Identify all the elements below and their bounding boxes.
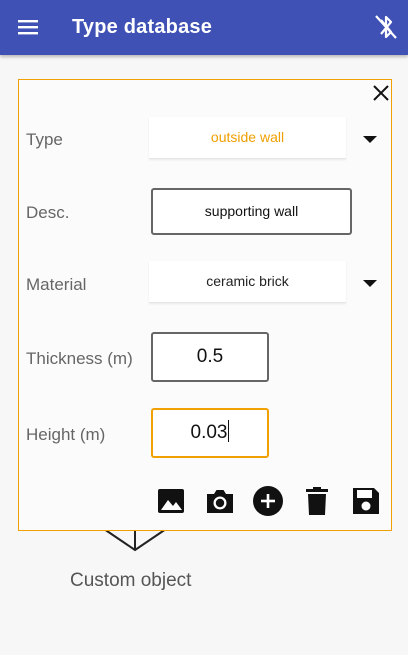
desc-field[interactable]: supporting wall bbox=[151, 188, 352, 235]
save-icon[interactable] bbox=[350, 485, 382, 517]
camera-icon[interactable] bbox=[204, 485, 236, 517]
image-icon[interactable] bbox=[155, 485, 187, 517]
object-label: Custom object bbox=[70, 570, 192, 591]
height-value: 0.03 bbox=[190, 422, 228, 443]
type-label: Type bbox=[26, 130, 63, 149]
material-label: Material bbox=[26, 275, 87, 294]
chevron-down-icon[interactable] bbox=[362, 278, 378, 288]
thickness-label: Thickness (m) bbox=[26, 349, 133, 368]
app-bar: Type database bbox=[0, 0, 408, 55]
delete-icon[interactable] bbox=[301, 485, 333, 517]
material-select[interactable]: ceramic brick bbox=[149, 261, 346, 303]
add-circle-icon[interactable] bbox=[252, 485, 284, 517]
bluetooth-disabled-icon[interactable] bbox=[372, 12, 400, 42]
app-title: Type database bbox=[72, 16, 213, 38]
type-dialog: Type outside wall Desc. supporting wall … bbox=[18, 79, 392, 531]
desc-label: Desc. bbox=[26, 203, 70, 222]
type-select[interactable]: outside wall bbox=[149, 117, 346, 159]
height-field[interactable]: 0.03 bbox=[151, 408, 269, 458]
chevron-down-icon[interactable] bbox=[362, 134, 378, 144]
text-cursor bbox=[228, 420, 230, 443]
height-label: Height (m) bbox=[26, 425, 106, 444]
close-icon[interactable] bbox=[371, 83, 391, 103]
thickness-field[interactable]: 0.5 bbox=[151, 332, 269, 382]
menu-icon[interactable] bbox=[14, 15, 42, 39]
